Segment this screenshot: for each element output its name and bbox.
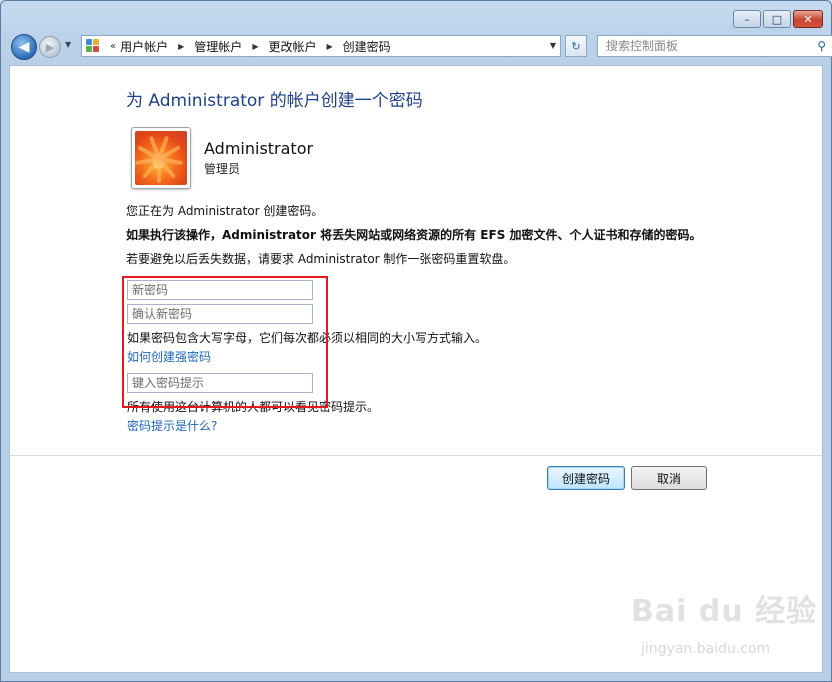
control-panel-icon: [86, 39, 102, 53]
breadcrumb-arrow-icon[interactable]: ▶: [252, 42, 258, 51]
minimize-icon: –: [744, 12, 750, 26]
forward-arrow-icon: ▶: [45, 40, 55, 54]
back-button[interactable]: ◀: [11, 34, 37, 60]
content-pane: 为 Administrator 的帐户创建一个密码 Administrator …: [9, 65, 823, 673]
navigation-bar: ◀ ▶ ▼ « 用户帐户 ▶ 管理帐户 ▶ 更改帐户 ▶ 创建密码 ▼ ↻ 搜索…: [9, 32, 832, 60]
minimize-button[interactable]: –: [733, 10, 761, 28]
intro-text: 您正在为 Administrator 创建密码。: [126, 204, 324, 218]
overflow-chevron-icon[interactable]: «: [110, 41, 116, 52]
create-password-button[interactable]: 创建密码: [547, 466, 625, 490]
caption-buttons: – □ ✕: [733, 10, 823, 28]
back-arrow-icon: ◀: [18, 39, 30, 55]
breadcrumb-create-password[interactable]: 创建密码: [343, 38, 391, 55]
address-bar[interactable]: « 用户帐户 ▶ 管理帐户 ▶ 更改帐户 ▶ 创建密码 ▼: [81, 35, 561, 57]
search-input[interactable]: 搜索控制面板 ⚲: [597, 35, 832, 57]
search-placeholder: 搜索控制面板: [606, 39, 679, 53]
page-title: 为 Administrator 的帐户创建一个密码: [126, 91, 423, 111]
close-icon: ✕: [803, 12, 813, 26]
warning-text: 如果执行该操作，Administrator 将丢失网站或网络资源的所有 EFS …: [126, 228, 702, 242]
breadcrumb-arrow-icon[interactable]: ▶: [178, 42, 184, 51]
address-dropdown-icon[interactable]: ▼: [550, 41, 556, 50]
breadcrumb-manage-accounts[interactable]: 管理帐户: [194, 38, 242, 55]
flower-picture-icon: [135, 131, 187, 185]
refresh-icon: ↻: [571, 39, 581, 53]
breadcrumb-change-account[interactable]: 更改帐户: [268, 38, 316, 55]
maximize-icon: □: [771, 12, 783, 26]
avatar: [131, 127, 191, 189]
watermark-url: jingyan.baidu.com: [641, 641, 771, 657]
maximize-button[interactable]: □: [763, 10, 791, 28]
breadcrumb-user-accounts[interactable]: 用户帐户: [120, 38, 168, 55]
watermark-logo: Bai du 经验: [631, 594, 818, 629]
password-hint-link[interactable]: 密码提示是什么?: [127, 417, 217, 434]
advice-text: 若要避免以后丢失数据，请要求 Administrator 制作一张密码重置软盘。: [126, 252, 516, 266]
user-name: Administrator: [204, 139, 314, 158]
close-button[interactable]: ✕: [793, 10, 823, 28]
forward-button[interactable]: ▶: [39, 36, 61, 58]
highlight-box: [122, 276, 328, 408]
cancel-button[interactable]: 取消: [631, 466, 707, 490]
window: – □ ✕ ◀ ▶ ▼ « 用户帐户 ▶ 管理帐户 ▶ 更改帐户 ▶ 创建密码 …: [0, 0, 832, 682]
divider: [10, 455, 822, 456]
history-dropdown-icon[interactable]: ▼: [65, 40, 71, 49]
user-role: 管理员: [204, 162, 241, 176]
search-icon[interactable]: ⚲: [817, 36, 826, 56]
breadcrumb-arrow-icon[interactable]: ▶: [326, 42, 332, 51]
refresh-button[interactable]: ↻: [565, 35, 587, 57]
